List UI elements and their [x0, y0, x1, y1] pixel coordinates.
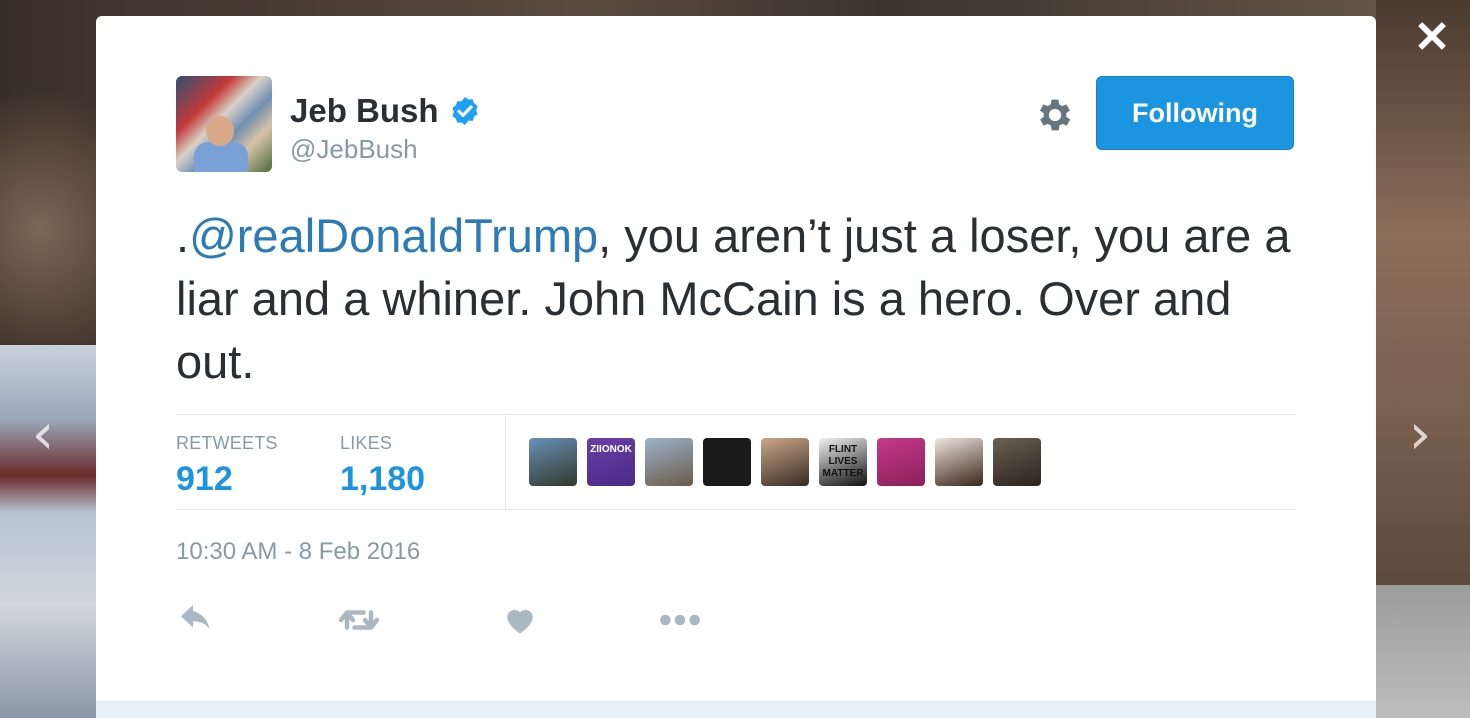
liker-avatar-5[interactable]	[761, 438, 809, 486]
retweet-icon[interactable]	[336, 602, 382, 638]
liker-avatar-1[interactable]	[529, 438, 577, 486]
background-photo-right	[1376, 0, 1470, 585]
avatar[interactable]	[176, 76, 272, 172]
close-icon[interactable]: ✕	[1412, 16, 1452, 60]
avatar-face	[206, 116, 234, 146]
liker-avatar-3[interactable]	[645, 438, 693, 486]
following-button[interactable]: Following	[1096, 76, 1294, 150]
more-icon[interactable]	[658, 602, 702, 638]
verified-badge-icon	[452, 97, 478, 125]
tweet-stats: RETWEETS 912 LIKES 1,180 ZIIONOK FLINT LI…	[176, 414, 1296, 510]
tweet-mention-link[interactable]: @realDonaldTrump	[189, 209, 598, 262]
author-block[interactable]: Jeb Bush @JebBush	[290, 92, 481, 165]
liker-avatar-6-text: FLINT LIVES MATTER	[822, 444, 864, 479]
stats-divider	[505, 415, 506, 509]
liker-avatar-8[interactable]	[935, 438, 983, 486]
tweet-timestamp[interactable]: 10:30 AM - 8 Feb 2016	[176, 538, 420, 566]
author-name[interactable]: Jeb Bush	[290, 92, 439, 130]
liker-avatar-4[interactable]	[703, 438, 751, 486]
likes-label: LIKES	[340, 433, 393, 453]
liker-avatar-2-text: ZIIONOK	[590, 444, 632, 455]
background-photo-left	[0, 345, 96, 718]
liker-avatar-9[interactable]	[993, 438, 1041, 486]
retweets-label: RETWEETS	[176, 433, 278, 453]
liker-avatar-7[interactable]	[877, 438, 925, 486]
avatar-shirt	[194, 142, 248, 172]
heart-icon[interactable]	[500, 602, 540, 638]
chevron-right-icon[interactable]: ›	[1405, 407, 1435, 463]
tweet-text-prefix: .	[176, 209, 190, 262]
liker-avatar-2[interactable]: ZIIONOK	[587, 438, 635, 486]
liker-avatar-6[interactable]: FLINT LIVES MATTER	[819, 438, 867, 486]
modal-bottom-band	[96, 701, 1376, 718]
gear-icon[interactable]	[1034, 94, 1076, 136]
retweets-stat[interactable]: RETWEETS 912	[176, 433, 278, 499]
retweets-count: 912	[176, 460, 233, 498]
background-photo-right-bottom	[1376, 585, 1470, 718]
chevron-left-icon[interactable]: ‹	[28, 407, 58, 463]
tweet-modal: Jeb Bush @JebBush Following .@realDonald…	[96, 16, 1376, 718]
reply-icon[interactable]	[176, 602, 216, 638]
tweet-text: .@realDonaldTrump, you aren’t just a los…	[176, 204, 1296, 393]
likes-count: 1,180	[340, 460, 426, 498]
likes-stat[interactable]: LIKES 1,180	[340, 433, 425, 499]
author-handle[interactable]: @JebBush	[290, 134, 481, 165]
